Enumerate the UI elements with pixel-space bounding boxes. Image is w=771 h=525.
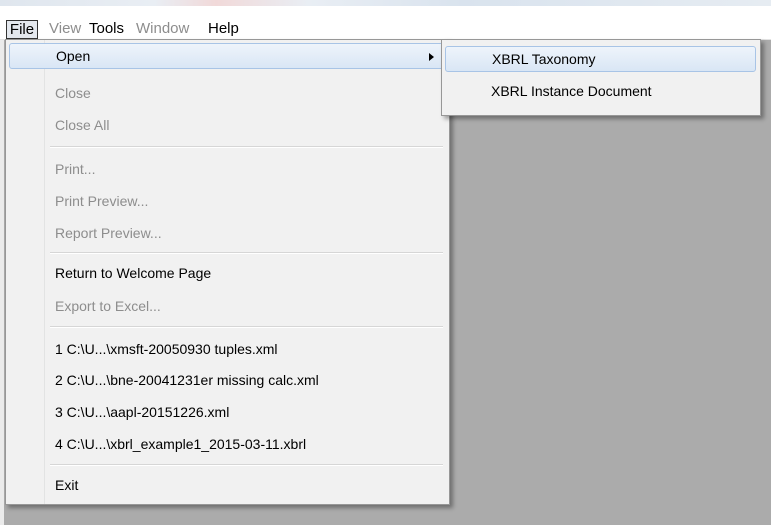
menu-view[interactable]: View [49,19,81,39]
menu-item-return-welcome[interactable]: Return to Welcome Page [9,260,444,286]
menu-separator [50,252,443,254]
menu-item-label: Export to Excel... [55,298,161,314]
menu-item-label: Close [55,85,91,101]
menu-item-label: 2 C:\U...\bne-20041231er missing calc.xm… [55,372,319,388]
menu-item-print[interactable]: Print... [9,156,444,182]
menu-bar: File View Tools Window Help [0,6,771,40]
menu-item-label: Print Preview... [55,193,149,209]
menu-item-label: Report Preview... [55,225,162,241]
menu-separator [50,146,443,148]
menu-item-label: Open [56,48,91,64]
menu-item-label: XBRL Taxonomy [492,51,596,67]
menu-item-report-preview[interactable]: Report Preview... [9,220,444,246]
menu-item-xbrl-taxonomy[interactable]: XBRL Taxonomy [445,46,756,72]
menu-item-label: 3 C:\U...\aapl-20151226.xml [55,404,230,420]
menu-tools[interactable]: Tools [89,19,124,39]
menu-item-label: Return to Welcome Page [55,265,212,281]
menu-help[interactable]: Help [208,19,239,39]
submenu-arrow-icon [429,53,434,61]
menu-item-xbrl-instance[interactable]: XBRL Instance Document [445,78,756,104]
menu-item-label: 1 C:\U...\xmsft-20050930 tuples.xml [55,341,278,357]
menu-window[interactable]: Window [136,19,189,39]
menu-item-recent-1[interactable]: 1 C:\U...\xmsft-20050930 tuples.xml [9,336,444,362]
open-submenu: XBRL Taxonomy XBRL Instance Document [441,39,761,116]
menu-item-recent-4[interactable]: 4 C:\U...\xbrl_example1_2015-03-11.xbrl [9,431,444,457]
menu-item-label: 4 C:\U...\xbrl_example1_2015-03-11.xbrl [55,436,307,452]
menu-separator [50,464,443,466]
menu-item-label: XBRL Instance Document [491,83,652,99]
menu-item-recent-2[interactable]: 2 C:\U...\bne-20041231er missing calc.xm… [9,367,444,393]
menu-item-exit[interactable]: Exit [9,472,444,498]
menu-item-open[interactable]: Open [9,43,444,69]
menu-file[interactable]: File [6,20,38,39]
menu-item-recent-3[interactable]: 3 C:\U...\aapl-20151226.xml [9,399,444,425]
menu-separator [50,326,443,328]
window-left-edge [0,40,4,525]
file-menu-dropdown: Open Close Close All Print... Print Prev… [5,39,450,505]
menu-item-label: Print... [55,161,96,177]
menu-item-close-all[interactable]: Close All [9,112,444,138]
menu-item-print-preview[interactable]: Print Preview... [9,188,444,214]
menu-item-label: Close All [55,117,110,133]
menu-item-close[interactable]: Close [9,80,444,106]
menu-item-label: Exit [55,477,79,493]
menu-item-export-excel[interactable]: Export to Excel... [9,293,444,319]
